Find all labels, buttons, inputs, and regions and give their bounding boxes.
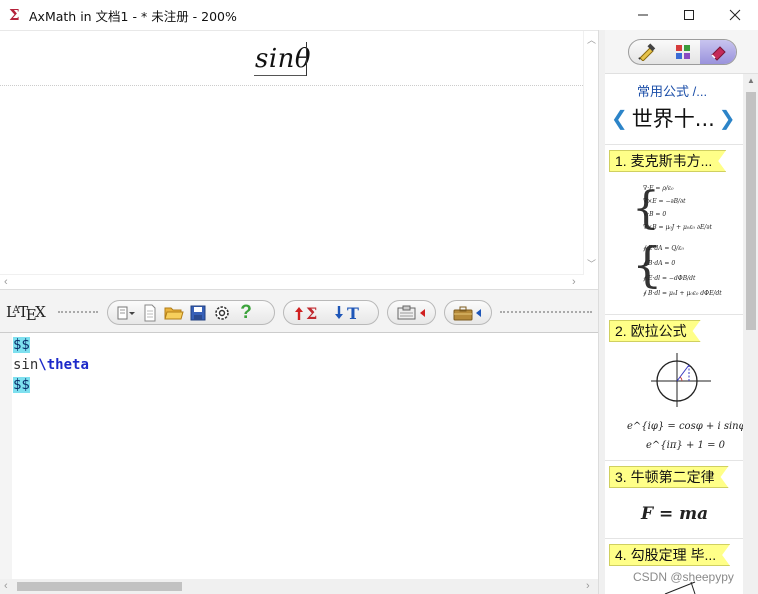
- scroll-left-icon[interactable]: ‹: [4, 580, 8, 592]
- formula-baseline: [254, 75, 307, 76]
- editor-horizontal-scrollbar[interactable]: ‹ ›: [0, 579, 598, 594]
- briefcase-icon[interactable]: [451, 302, 485, 324]
- svg-text:T: T: [347, 304, 359, 322]
- scrollbar-thumb[interactable]: [17, 582, 182, 591]
- entry-label: 2. 欧拉公式: [609, 320, 701, 342]
- panel-mode-bar: [605, 30, 758, 74]
- scroll-up-icon[interactable]: ︿: [587, 33, 596, 46]
- formula-line: ∮ B·dl = μ₀I + μ₀ε₀ dΦE/dt: [643, 290, 722, 297]
- code-line[interactable]: sin\theta: [13, 355, 89, 375]
- entry-label: 3. 牛顿第二定律: [609, 466, 729, 488]
- latex-logo: LATEX: [6, 303, 46, 324]
- previous-chevron-icon[interactable]: ❮: [611, 106, 628, 131]
- toolbar-grip[interactable]: [58, 311, 98, 313]
- code-text: sin: [13, 357, 39, 373]
- preview-vertical-scrollbar[interactable]: ︿ ﹀: [583, 31, 598, 275]
- library-navigation: ❮ 世界十... ❯: [611, 103, 741, 133]
- library-entry[interactable]: 3. 牛顿第二定律 F = ma: [605, 460, 743, 538]
- formula-canvas[interactable]: sinθ: [0, 31, 583, 275]
- scroll-right-icon[interactable]: ›: [586, 580, 590, 592]
- tab-templates[interactable]: [665, 40, 701, 64]
- new-file-icon[interactable]: [138, 302, 162, 324]
- file-tools-group: ?: [107, 300, 275, 325]
- math-delimiter: $$: [13, 337, 30, 353]
- scrollbar-thumb[interactable]: [746, 92, 756, 330]
- formula-line: ∇×E = −∂B/∂t: [643, 198, 686, 205]
- entry-label: 1. 麦克斯韦方...: [609, 150, 726, 172]
- clipboard-table-icon[interactable]: [394, 302, 429, 324]
- open-folder-icon[interactable]: [162, 302, 186, 324]
- code-line[interactable]: $$: [13, 335, 89, 355]
- minimize-button[interactable]: [620, 0, 666, 30]
- pen-hand-icon: [638, 43, 656, 61]
- panel-mode-switch: [628, 39, 737, 65]
- watermark: CSDN @sheepypy: [633, 570, 734, 584]
- formula-render[interactable]: sinθ: [255, 44, 311, 74]
- settings-gear-icon[interactable]: [210, 302, 234, 324]
- toolbar-grip-right[interactable]: [500, 311, 592, 313]
- library-title: 世界十...: [631, 107, 715, 131]
- sum-tools-group: Σ T: [283, 300, 379, 325]
- library-entry[interactable]: 4. 勾股定理 毕...: [605, 538, 743, 594]
- minimize-icon: [638, 14, 648, 16]
- formula-line: e^{iφ} = cosφ + i sinφ: [627, 421, 746, 432]
- insert-text-down-icon[interactable]: T: [330, 302, 370, 324]
- formula-line: ∮ E·dl = −dΦB/dt: [643, 275, 696, 282]
- axmath-logo-icon: Σ: [9, 6, 20, 24]
- formula-line: ∇×B = μ₀J + μ₀ε₀ ∂E/∂t: [643, 224, 712, 231]
- pane-splitter[interactable]: [598, 30, 605, 594]
- scroll-up-icon[interactable]: ▲: [747, 76, 755, 85]
- document-menu-icon[interactable]: [114, 302, 138, 324]
- maximize-button[interactable]: [666, 0, 712, 30]
- latex-command: \theta: [38, 357, 89, 373]
- preview-horizontal-scrollbar[interactable]: ‹ ›: [0, 274, 583, 289]
- insert-sum-up-icon[interactable]: Σ: [290, 302, 330, 324]
- formula-preview[interactable]: sinθ ︿ ﹀ ‹ ›: [0, 30, 598, 289]
- panel-vertical-scrollbar[interactable]: ▲: [743, 74, 758, 594]
- preview-separator: [0, 85, 583, 86]
- latex-editor[interactable]: $$ sin\theta $$ ‹ ›: [0, 333, 598, 594]
- tab-symbols[interactable]: [629, 40, 665, 64]
- formula-line: ∇·B = 0: [643, 211, 667, 218]
- editor-gutter: [0, 333, 12, 579]
- formula-cursor: [306, 42, 307, 76]
- scroll-right-icon[interactable]: ›: [572, 276, 576, 288]
- next-chevron-icon[interactable]: ❯: [719, 106, 736, 131]
- close-icon: [729, 9, 741, 21]
- close-button[interactable]: [712, 0, 758, 30]
- tab-formula-library[interactable]: [700, 40, 736, 64]
- grid-blocks-icon: [675, 45, 690, 59]
- latex-code[interactable]: $$ sin\theta $$: [13, 335, 89, 395]
- math-delimiter: $$: [13, 377, 30, 393]
- category-breadcrumb[interactable]: 常用公式 /...: [637, 81, 707, 100]
- window-title: AxMath in 文档1 - * 未注册 - 200%: [29, 8, 237, 24]
- unit-circle-diagram: [651, 353, 711, 407]
- eraser-icon: [711, 46, 726, 61]
- scroll-down-icon[interactable]: ﹀: [587, 257, 596, 270]
- library-entry[interactable]: 1. 麦克斯韦方... { { ∇·E = ρ/ε₀ ∇×E = −∂B/∂t …: [605, 144, 743, 314]
- formula-line: e^{iπ} + 1 = 0: [646, 440, 725, 451]
- save-icon[interactable]: [186, 302, 210, 324]
- formula-line: ∮ B·dA = 0: [643, 260, 676, 267]
- help-icon[interactable]: ?: [234, 302, 258, 324]
- formula-library-panel: 常用公式 /... ❮ 世界十... ❯ 1. 麦克斯韦方... { { ∇·E…: [605, 30, 758, 594]
- scroll-left-icon[interactable]: ‹: [4, 276, 8, 288]
- briefcase-tools-group: [444, 300, 492, 325]
- title-bar: Σ AxMath in 文档1 - * 未注册 - 200%: [0, 0, 758, 30]
- formula-line: ∇·E = ρ/ε₀: [643, 185, 674, 192]
- svg-text:Σ: Σ: [306, 304, 317, 322]
- clipboard-tools-group: [387, 300, 436, 325]
- entry-label: 4. 勾股定理 毕...: [609, 544, 730, 566]
- formula-line: ∮ E·dA = Q/ε₀: [643, 245, 684, 252]
- code-line[interactable]: $$: [13, 375, 89, 395]
- formula-line: F = ma: [641, 504, 709, 524]
- library-entry[interactable]: 2. 欧拉公式 e^{iφ} = cosφ + i sinφ e^{iπ} + …: [605, 314, 746, 460]
- maximize-icon: [684, 10, 694, 20]
- latex-toolbar: LATEX ? Σ T: [0, 289, 598, 333]
